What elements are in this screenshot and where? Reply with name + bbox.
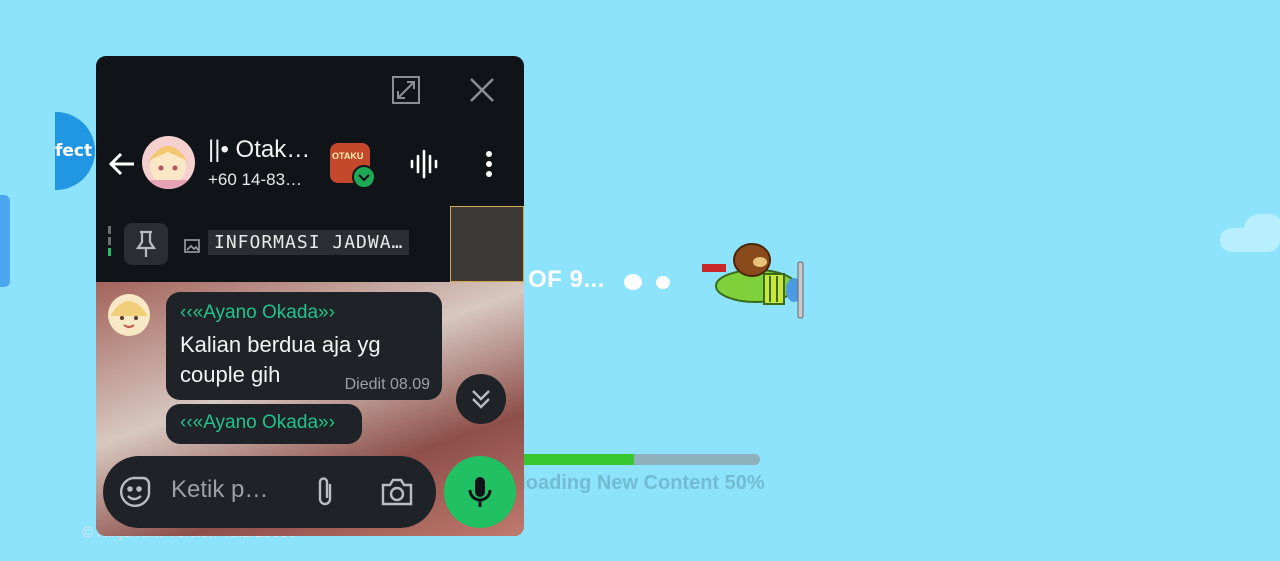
loading-title: OF 9...	[528, 266, 605, 293]
pinned-indicator	[108, 226, 111, 262]
message-bubble[interactable]: ‹‹«Ayano Okada»›	[166, 404, 362, 444]
pinned-message-bar[interactable]: INFORMASI JADWA…	[96, 206, 450, 282]
community-icon[interactable]: OTAKU	[330, 143, 376, 189]
sticker-icon[interactable]	[117, 474, 153, 510]
message-input-bar[interactable]: Ketik p…	[103, 456, 436, 528]
smoke-puff	[656, 276, 670, 289]
scroll-to-bottom-button[interactable]	[456, 374, 506, 424]
chat-popup-window: ||• Otak… +60 14-83… OTAKU INFORMASI JAD…	[96, 56, 524, 536]
close-icon[interactable]	[464, 72, 500, 108]
loading-progress-bar	[508, 454, 760, 465]
message-meta: Diedit 08.09	[344, 376, 430, 393]
smoke-puff	[624, 274, 642, 290]
voice-chat-icon[interactable]	[406, 146, 442, 182]
popup-titlebar	[96, 56, 524, 119]
loading-progress-fill	[508, 454, 634, 465]
back-arrow-icon[interactable]	[106, 148, 138, 180]
attachment-icon[interactable]	[309, 472, 341, 512]
message-sender[interactable]: ‹‹«Ayano Okada»›	[180, 302, 335, 324]
cloud	[1220, 214, 1280, 254]
effect-button[interactable]: fect	[55, 112, 95, 190]
message-input[interactable]: Ketik p…	[171, 476, 268, 504]
airplane-icon	[702, 243, 804, 319]
chat-header: ||• Otak… +60 14-83… OTAKU	[96, 118, 524, 206]
check-badge-icon	[352, 165, 376, 189]
double-chevron-down-icon	[472, 390, 490, 409]
message-text-line: Kalian berdua aja yg	[180, 332, 381, 357]
message-text-line: couple gih	[180, 362, 281, 387]
pinned-message-text: INFORMASI JADWA…	[208, 230, 410, 255]
loading-status-text: nloading New Content 50%	[508, 472, 765, 494]
image-icon	[184, 238, 200, 257]
side-tab[interactable]	[0, 195, 10, 287]
chat-avatar[interactable]	[142, 136, 195, 189]
voice-message-button[interactable]	[444, 456, 516, 528]
chat-subtitle[interactable]: +60 14-83…	[208, 170, 302, 190]
message-bubble[interactable]: ‹‹«Ayano Okada»› Kalian berdua aja yg co…	[166, 292, 442, 400]
more-options-icon[interactable]	[474, 146, 504, 182]
camera-icon[interactable]	[377, 474, 417, 510]
chat-title[interactable]: ||• Otak…	[208, 136, 310, 164]
sender-avatar[interactable]	[108, 294, 150, 336]
maximize-icon[interactable]	[388, 72, 424, 108]
pinned-thumbnail[interactable]	[450, 206, 524, 282]
community-icon-label: OTAKU	[332, 151, 364, 161]
microphone-icon	[468, 477, 492, 507]
effect-label: fect	[55, 141, 93, 161]
pin-icon[interactable]	[124, 223, 168, 265]
message-sender[interactable]: ‹‹«Ayano Okada»›	[180, 412, 335, 434]
